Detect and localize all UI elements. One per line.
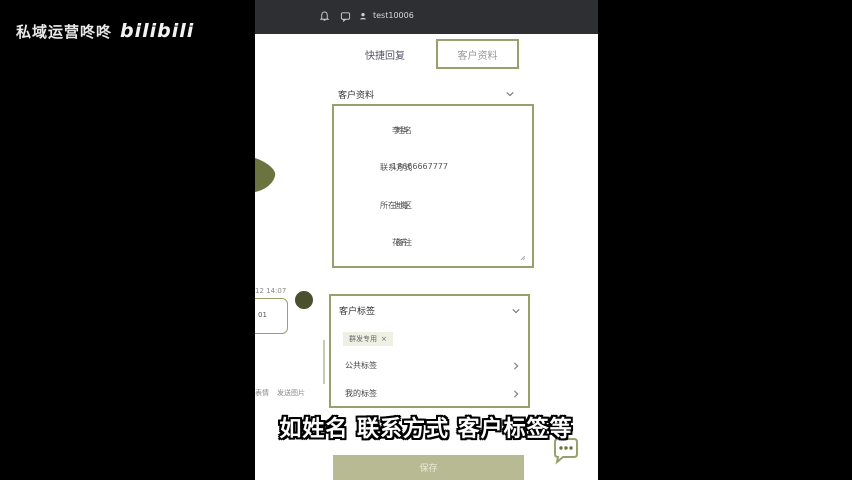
chat-bubble: 01 <box>255 298 288 334</box>
channel-name: 私域运营咚咚 <box>16 22 113 41</box>
chevron-right-icon <box>514 389 519 398</box>
chevron-right-icon <box>514 361 519 370</box>
emoji-tool[interactable]: 表情 <box>255 388 269 398</box>
tags-section-header[interactable]: 客户标签 <box>331 304 528 317</box>
current-user[interactable]: test10006 <box>359 11 414 20</box>
field-name[interactable]: 姓名 李华 <box>334 123 534 139</box>
tab-quick-reply[interactable]: 快捷回复 <box>335 39 435 69</box>
region-input[interactable]: 上海 <box>392 200 408 211</box>
contact-input[interactable]: 18666667777 <box>392 162 448 171</box>
tags-section: 客户标签 群发专用 × 公共标签 我的标签 <box>329 294 530 408</box>
avatar <box>295 291 313 309</box>
username: test10006 <box>373 11 414 20</box>
field-region[interactable]: 所在地区 上海 <box>334 198 534 214</box>
chat-bubble-text: 01 <box>258 311 267 319</box>
video-caption: 如姓名 联系方式 客户标签等 <box>279 417 573 442</box>
tags-section-title: 客户标签 <box>339 307 376 317</box>
profile-section-header[interactable]: 客户资料 <box>332 83 520 105</box>
profile-section-title: 客户资料 <box>338 90 375 101</box>
chat-tools: 表情 发送图片 <box>255 388 305 398</box>
app-window: test10006 快捷回复 客户资料 客户资料 姓名 李华 联系方式 1866… <box>255 0 598 480</box>
top-bar: test10006 <box>255 0 598 34</box>
chevron-down-icon <box>506 92 514 97</box>
private-tags-row[interactable]: 我的标签 <box>331 388 528 399</box>
bilibili-logo: bilibili <box>120 20 195 42</box>
bell-icon[interactable] <box>319 11 330 22</box>
message-time: 12 14:07 <box>255 287 287 295</box>
watermark: 私域运营咚咚 bilibili <box>16 20 194 42</box>
save-button[interactable]: 保存 <box>333 455 524 480</box>
tag-chip: 群发专用 × <box>343 332 393 346</box>
chevron-down-icon <box>512 308 520 313</box>
public-tags-row[interactable]: 公共标签 <box>331 360 528 371</box>
field-contact[interactable]: 联系方式 18666667777 <box>334 160 534 176</box>
remove-tag-icon[interactable]: × <box>381 335 387 343</box>
image-tool[interactable]: 发送图片 <box>277 388 305 398</box>
chat-image-fragment <box>255 158 276 192</box>
remark-input[interactable]: 花卉 <box>392 237 408 248</box>
tag-chip-label: 群发专用 <box>349 335 377 343</box>
message-icon[interactable] <box>340 11 351 22</box>
resize-handle-icon[interactable] <box>520 255 526 261</box>
tab-customer-profile[interactable]: 客户资料 <box>436 39 519 69</box>
scrollbar[interactable] <box>323 340 325 384</box>
name-input[interactable]: 李华 <box>392 125 408 136</box>
field-remark[interactable]: 备注 花卉 <box>334 235 534 251</box>
public-tags-label: 公共标签 <box>345 361 377 370</box>
user-icon <box>360 12 366 19</box>
profile-form: 姓名 李华 联系方式 18666667777 所在地区 上海 备注 花卉 <box>332 104 534 268</box>
private-tags-label: 我的标签 <box>345 389 377 398</box>
